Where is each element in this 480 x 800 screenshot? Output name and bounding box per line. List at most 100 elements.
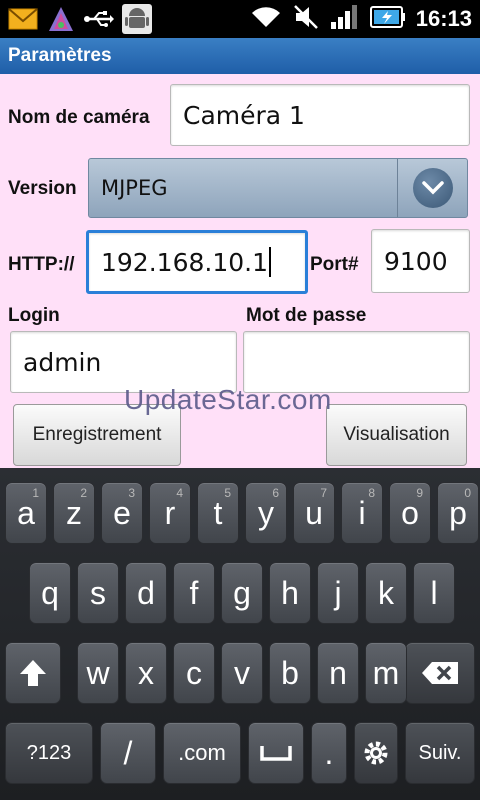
key-label: y [258, 494, 274, 531]
settings-form: Nom de caméra Caméra 1 Version MJPEG HTT… [0, 74, 480, 468]
usb-icon [84, 4, 114, 34]
key-number-hint: 4 [176, 486, 183, 500]
dotcom-key[interactable]: .com [163, 722, 241, 784]
text-caret [269, 247, 271, 277]
shift-arrow-icon [20, 660, 46, 686]
key-label: k [378, 574, 394, 611]
key-w[interactable]: w [77, 642, 119, 704]
key-t[interactable]: t5 [197, 482, 239, 544]
key-label: m [372, 654, 400, 691]
key-label: g [233, 574, 251, 611]
login-label: Login [8, 305, 60, 326]
key-g[interactable]: g [221, 562, 263, 624]
key-number-hint: 9 [416, 486, 423, 500]
battery-icon [369, 4, 406, 34]
key-label: u [305, 494, 323, 531]
key-z[interactable]: z2 [53, 482, 95, 544]
next-key[interactable]: Suiv. [405, 722, 475, 784]
key-label: c [186, 654, 202, 691]
android-debug-icon [122, 4, 152, 34]
key-label: j [334, 574, 342, 611]
key-m[interactable]: m [365, 642, 407, 704]
key-label: r [164, 494, 176, 531]
http-address-field[interactable]: 192.168.10.1 [86, 230, 308, 294]
key-x[interactable]: x [125, 642, 167, 704]
key-y[interactable]: y6 [245, 482, 287, 544]
space-bar-icon [260, 746, 292, 761]
key-label: t [213, 494, 223, 531]
dot-key[interactable]: . [311, 722, 347, 784]
key-u[interactable]: u7 [293, 482, 335, 544]
port-value: 9100 [384, 246, 448, 276]
key-j[interactable]: j [317, 562, 359, 624]
backspace-icon [422, 662, 458, 684]
key-number-hint: 8 [368, 486, 375, 500]
key-label: o [401, 494, 419, 531]
port-field[interactable]: 9100 [371, 229, 470, 293]
key-b[interactable]: b [269, 642, 311, 704]
signal-icon [330, 4, 360, 34]
key-label: f [189, 574, 199, 611]
space-key[interactable] [248, 722, 304, 784]
backspace-key[interactable] [405, 642, 475, 704]
http-label: HTTP:// [8, 254, 75, 275]
key-f[interactable]: f [173, 562, 215, 624]
key-label: v [234, 654, 250, 691]
key-o[interactable]: o9 [389, 482, 431, 544]
key-label: d [137, 574, 155, 611]
key-number-hint: 5 [224, 486, 231, 500]
symbols-key[interactable]: ?123 [5, 722, 93, 784]
key-label: z [66, 494, 82, 531]
key-label: b [281, 654, 299, 691]
mail-icon [8, 4, 38, 34]
camera-name-field[interactable]: Caméra 1 [170, 84, 470, 146]
key-label: h [281, 574, 299, 611]
port-label: Port# [310, 254, 359, 275]
gear-icon [364, 741, 388, 765]
key-label: i [358, 494, 366, 531]
clock: 16:13 [415, 6, 472, 31]
mute-icon [292, 4, 320, 34]
key-d[interactable]: d [125, 562, 167, 624]
key-label: n [329, 654, 347, 691]
key-p[interactable]: p0 [437, 482, 479, 544]
settings-key[interactable] [354, 722, 398, 784]
version-select[interactable]: MJPEG [88, 158, 468, 218]
version-value: MJPEG [101, 176, 168, 200]
key-v[interactable]: v [221, 642, 263, 704]
status-bar: 16:13 [0, 0, 480, 38]
key-number-hint: 1 [32, 486, 39, 500]
slash-key[interactable]: / [100, 722, 156, 784]
login-value: admin [23, 347, 102, 377]
key-label: l [430, 574, 438, 611]
key-c[interactable]: c [173, 642, 215, 704]
key-number-hint: 7 [320, 486, 327, 500]
key-e[interactable]: e3 [101, 482, 143, 544]
page-title: Paramètres [0, 38, 480, 74]
key-label: q [41, 574, 59, 611]
key-l[interactable]: l [413, 562, 455, 624]
key-number-hint: 2 [80, 486, 87, 500]
version-dropdown-button[interactable] [397, 159, 467, 217]
key-r[interactable]: r4 [149, 482, 191, 544]
key-q[interactable]: q [29, 562, 71, 624]
key-h[interactable]: h [269, 562, 311, 624]
key-number-hint: 3 [128, 486, 135, 500]
key-n[interactable]: n [317, 642, 359, 704]
key-label: p [449, 494, 467, 531]
key-label: s [90, 574, 106, 611]
key-a[interactable]: a1 [5, 482, 47, 544]
view-button[interactable]: Visualisation [326, 404, 467, 466]
http-address-value: 192.168.10.1 [101, 247, 268, 277]
key-number-hint: 6 [272, 486, 279, 500]
key-s[interactable]: s [77, 562, 119, 624]
key-label: w [86, 654, 110, 691]
app-launcher-icon [46, 4, 76, 34]
camera-name-label: Nom de caméra [8, 107, 150, 128]
wifi-icon [250, 5, 282, 33]
key-label: x [138, 654, 154, 691]
shift-key[interactable] [5, 642, 61, 704]
key-i[interactable]: i8 [341, 482, 383, 544]
key-k[interactable]: k [365, 562, 407, 624]
key-number-hint: 0 [464, 486, 471, 500]
